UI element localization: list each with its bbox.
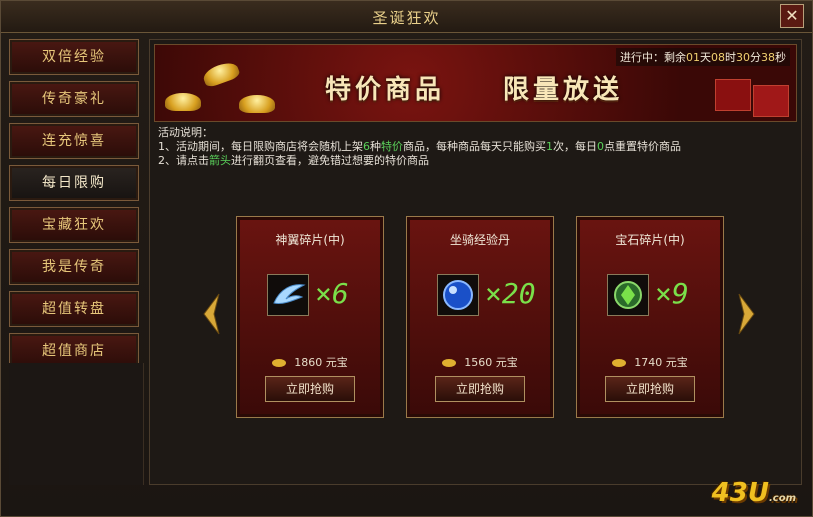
desc-text: 进行翻页查看，避免错过想要的特价商品 [231,154,429,167]
next-page-arrow[interactable] [738,292,756,336]
item-slot[interactable] [267,274,309,316]
green-gem-icon [614,281,642,309]
item-quantity: ×6 [315,277,349,310]
currency-label: 元宝 [325,356,348,369]
desc-text: 2、请点击 [158,154,209,167]
desc-text: 商品，每种商品每天只能购买 [403,140,546,153]
banner: 进行中：剩余01天08时30分38秒 特价商品 限量放送 [154,44,797,122]
countdown-timer: 进行中：剩余01天08时30分38秒 [616,48,790,66]
desc-text: 种 [370,140,381,153]
tab-label: 双倍经验 [42,49,106,65]
desc-text: 1、活动期间，每日限购商店将会随机上架 [158,140,363,153]
desc-highlight: 0 [597,140,604,153]
timer-seconds-unit: 秒 [775,51,786,64]
timer-minutes: 30 [736,51,750,64]
buy-now-button[interactable]: 立即抢购 [605,376,695,402]
tab-label: 超值转盘 [42,301,106,317]
timer-minutes-unit: 分 [750,51,761,64]
banner-headline-left: 特价商品 [325,75,446,105]
price-row: 1560 元宝 [407,354,553,370]
product-card: 宝石碎片(中) ×9 1740 元宝 立即抢购 [576,216,724,418]
description-line-2: 2、请点击箭头进行翻页查看，避免错过想要的特价商品 [158,154,681,168]
logo-text: 43U [711,478,769,508]
title-bar[interactable]: 圣诞狂欢 ✕ [1,1,812,33]
desc-highlight: 1 [546,140,553,153]
main-panel: 进行中：剩余01天08时30分38秒 特价商品 限量放送 活动说明： 1、活动期… [149,39,802,485]
description-line-1: 1、活动期间，每日限购商店将会随机上架6种特价商品，每种商品每天只能购买1次，每… [158,140,681,154]
item-slot[interactable] [437,274,479,316]
banner-headline-right: 限量放送 [503,75,624,105]
price-row: 1740 元宝 [577,354,723,370]
gift-box-icon [715,79,751,111]
close-button[interactable]: ✕ [780,4,804,28]
tab-daily-limited[interactable]: 每日限购 [9,165,139,201]
currency-label: 元宝 [495,356,518,369]
tab-legend-gift[interactable]: 传奇豪礼 [9,81,139,117]
buy-now-button[interactable]: 立即抢购 [265,376,355,402]
tab-double-exp[interactable]: 双倍经验 [9,39,139,75]
logo-suffix: .com [768,493,796,504]
item-quantity: ×20 [485,277,536,310]
site-logo: 43U.com [712,478,796,508]
gold-ingot-icon [239,95,275,113]
gold-ingot-icon [165,93,201,111]
ingot-icon [612,359,627,367]
description-heading: 活动说明： [158,126,213,139]
blue-orb-icon [443,280,473,310]
product-name: 宝石碎片(中) [615,233,685,247]
desc-highlight: 特价 [381,140,403,153]
desc-text: 点重置特价商品 [604,140,681,153]
currency-label: 元宝 [665,356,688,369]
product-card: 坐骑经验丹 ×20 1560 元宝 立即抢购 [406,216,554,418]
item-slot[interactable] [607,274,649,316]
tab-recharge-surprise[interactable]: 连充惊喜 [9,123,139,159]
item-quantity: ×9 [655,277,689,310]
event-window: 圣诞狂欢 ✕ 双倍经验 传奇豪礼 连充惊喜 每日限购 宝藏狂欢 我是传奇 超值转… [0,0,813,517]
timer-days-unit: 天 [700,51,711,64]
timer-prefix: 进行中：剩余 [620,51,686,64]
ingot-icon [272,359,287,367]
timer-hours-unit: 时 [725,51,736,64]
buy-now-button[interactable]: 立即抢购 [435,376,525,402]
sidebar-empty-area [9,363,144,485]
desc-text: 次，每日 [553,140,597,153]
price-value: 1560 [464,356,493,369]
price-row: 1860 元宝 [237,354,383,370]
window-title: 圣诞狂欢 [372,9,441,27]
tab-label: 宝藏狂欢 [42,217,106,233]
tab-value-wheel[interactable]: 超值转盘 [9,291,139,327]
previous-page-arrow[interactable] [202,292,220,336]
product-name: 坐骑经验丹 [449,233,510,247]
tab-label: 传奇豪礼 [42,91,106,107]
product-name: 神翼碎片(中) [275,233,345,247]
tab-i-am-legend[interactable]: 我是传奇 [9,249,139,285]
ingot-icon [442,359,457,367]
tab-label: 超值商店 [42,343,106,359]
desc-highlight: 6 [363,140,370,153]
price-value: 1860 [294,356,323,369]
gold-ingot-icon [201,59,241,89]
tab-treasure[interactable]: 宝藏狂欢 [9,207,139,243]
wing-icon [273,284,306,304]
product-card: 神翼碎片(中) ×6 1860 元宝 立即抢购 [236,216,384,418]
tab-label: 我是传奇 [42,259,106,275]
desc-highlight: 箭头 [209,154,231,167]
event-description: 活动说明： 1、活动期间，每日限购商店将会随机上架6种特价商品，每种商品每天只能… [158,126,681,168]
tab-label: 每日限购 [42,175,106,191]
timer-days: 01 [686,51,700,64]
timer-hours: 08 [711,51,725,64]
sidebar: 双倍经验 传奇豪礼 连充惊喜 每日限购 宝藏狂欢 我是传奇 超值转盘 超值商店 [9,39,143,369]
gift-box-icon [753,85,789,117]
timer-seconds: 38 [761,51,775,64]
tab-label: 连充惊喜 [42,133,106,149]
price-value: 1740 [634,356,663,369]
